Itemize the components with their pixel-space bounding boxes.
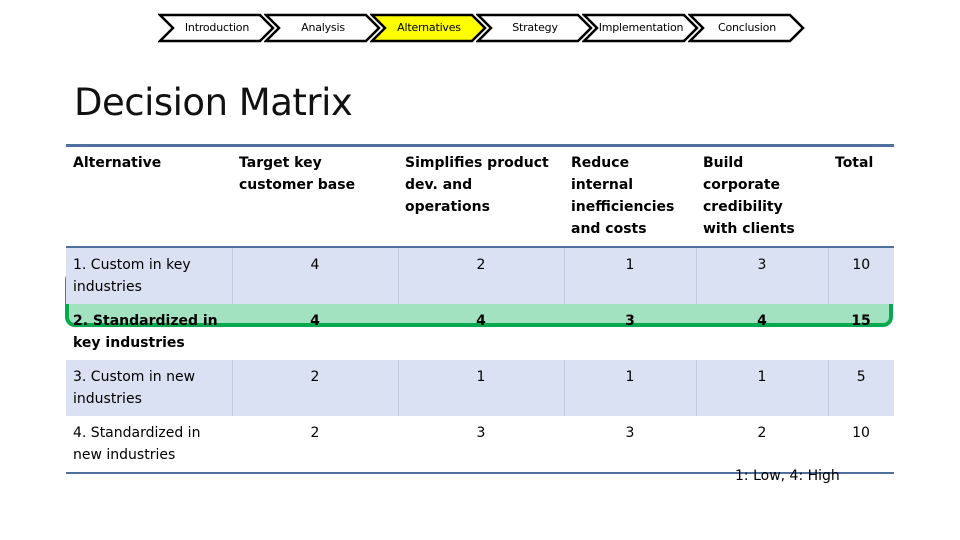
header-build-credibility: Build corporate credibility with clients (703, 155, 795, 237)
score-cell: 1 (397, 360, 564, 416)
score-cell: 1 (563, 247, 696, 304)
header-total: Total (835, 155, 874, 171)
total-cell: 5 (827, 360, 894, 416)
score-cell: 2 (232, 416, 398, 473)
score-cell: 2 (397, 247, 564, 304)
score-cell: 2 (696, 416, 828, 473)
nav-step-label: Analysis (301, 21, 345, 34)
total-cell: 10 (828, 416, 894, 473)
total-cell: 15 (851, 313, 871, 329)
alternative-name: 1. Custom in key industries (66, 247, 232, 304)
alternative-name: 4. Standardized in new industries (66, 416, 232, 473)
nav-step-alternatives[interactable]: Alternatives (370, 13, 488, 43)
header-row: Alternative Target key customer base Sim… (66, 145, 894, 247)
score-cell: 4 (231, 247, 398, 304)
page-title: Decision Matrix (74, 80, 353, 124)
score-cell: 3 (695, 247, 828, 304)
header-simplifies-product: Simplifies product dev. and operations (405, 155, 549, 215)
table-row: 4. Standardized in new industries 2 3 3 … (66, 416, 894, 473)
header-target-key-customer-base: Target key customer base (239, 155, 356, 193)
alternative-name: 3. Custom in new industries (66, 360, 232, 416)
alternative-name: 2. Standardized in key industries (73, 313, 218, 351)
score-cell: 4 (476, 313, 486, 329)
process-nav: Introduction Analysis Alternatives Strat… (158, 13, 808, 43)
nav-step-label: Introduction (184, 21, 250, 34)
nav-step-analysis[interactable]: Analysis (264, 13, 382, 43)
table-row: 3. Custom in new industries 2 1 1 1 5 (66, 360, 894, 416)
total-cell: 10 (827, 247, 894, 304)
table-row: 1. Custom in key industries 4 2 1 3 10 (66, 247, 894, 304)
nav-step-label: Conclusion (718, 21, 776, 34)
score-cell: 1 (563, 360, 696, 416)
header-alternative: Alternative (73, 155, 162, 171)
score-cell: 4 (757, 313, 767, 329)
table-row-highlighted: 2. Standardized in key industries 4 4 3 … (66, 304, 894, 360)
decision-matrix-table: Alternative Target key customer base Sim… (66, 144, 894, 474)
nav-step-label: Implementation (598, 21, 684, 34)
score-cell: 4 (310, 313, 320, 329)
scale-legend: 1: Low, 4: High (735, 468, 840, 484)
nav-step-label: Alternatives (397, 21, 461, 34)
nav-step-strategy[interactable]: Strategy (476, 13, 594, 43)
nav-step-conclusion[interactable]: Conclusion (688, 13, 806, 43)
nav-step-label: Strategy (512, 21, 558, 34)
score-cell: 3 (625, 313, 635, 329)
nav-step-implementation[interactable]: Implementation (582, 13, 700, 43)
score-cell: 1 (695, 360, 828, 416)
nav-step-introduction[interactable]: Introduction (158, 13, 276, 43)
header-reduce-internal: Reduce internal inefficiencies and costs (571, 155, 675, 237)
score-cell: 3 (398, 416, 564, 473)
score-cell: 3 (564, 416, 696, 473)
score-cell: 2 (231, 360, 398, 416)
